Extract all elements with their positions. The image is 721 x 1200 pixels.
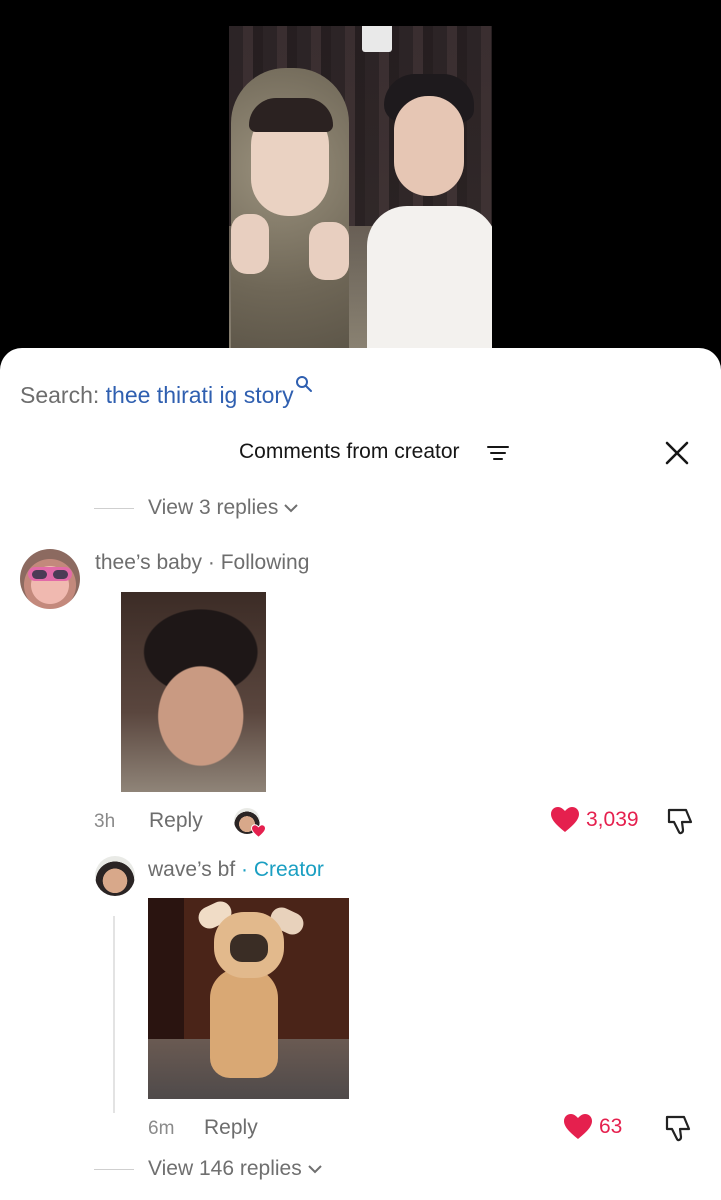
view-replies-label: View 3 replies (148, 496, 279, 519)
dog-body (210, 968, 278, 1078)
view-replies-button[interactable]: View 146 replies (94, 1157, 323, 1181)
comment-image[interactable] (121, 592, 266, 792)
avatar-sunglasses (28, 567, 72, 581)
comments-sheet (0, 348, 721, 1200)
heart-filled-icon (551, 807, 579, 832)
video-thumbnail[interactable] (229, 26, 492, 350)
following-label: · Following (207, 551, 310, 574)
comment-username[interactable]: thee’s baby (95, 551, 202, 574)
thread-line (113, 916, 115, 1113)
thumbs-down-icon[interactable] (663, 1113, 693, 1143)
thumbs-down-icon[interactable] (665, 806, 695, 836)
close-icon[interactable] (664, 440, 690, 466)
reply-timestamp: 6m (148, 1118, 175, 1139)
creator-tag: · Creator (241, 858, 324, 881)
heart-icon (251, 824, 266, 838)
comment-username-row[interactable]: thee’s baby · Following (95, 551, 309, 575)
chevron-down-icon (308, 1165, 322, 1174)
like-button[interactable]: 3,039 (550, 806, 639, 833)
view-replies-button[interactable]: View 3 replies (94, 496, 299, 520)
sheet-title: Comments from creator (239, 440, 460, 463)
replies-divider (94, 507, 134, 509)
creator-liked-badge (234, 808, 266, 838)
reply-username-row[interactable]: wave’s bf · Creator (148, 858, 324, 882)
avatar[interactable] (20, 549, 80, 609)
dog-face (230, 934, 268, 962)
video-person-left-hand-2 (309, 222, 349, 280)
search-icon (295, 376, 312, 392)
video-person-right-shirt (367, 206, 492, 350)
replies-divider (94, 1168, 134, 1170)
video-preview-area (0, 0, 721, 370)
search-prefix: Search: (20, 382, 100, 408)
video-person-left-hand (231, 214, 269, 274)
reply-button[interactable]: Reply (149, 809, 203, 833)
avatar[interactable] (95, 856, 135, 896)
like-button[interactable]: 63 (563, 1113, 622, 1140)
video-person-left-hair (249, 98, 333, 132)
search-suggestion[interactable]: Search: thee thirati ig story (20, 375, 313, 410)
chevron-down-icon (284, 504, 299, 513)
like-count: 63 (599, 1114, 623, 1138)
search-term-link[interactable]: thee thirati ig story (106, 382, 294, 408)
video-light (362, 26, 392, 52)
reply-username[interactable]: wave’s bf (148, 858, 235, 881)
reply-image[interactable] (148, 898, 349, 1099)
filter-icon[interactable] (487, 444, 509, 462)
comment-timestamp: 3h (94, 811, 116, 832)
heart-filled-icon (564, 1114, 592, 1139)
view-replies-label: View 146 replies (148, 1157, 302, 1180)
like-count: 3,039 (586, 807, 639, 831)
video-person-right-face (394, 96, 464, 196)
reply-button[interactable]: Reply (204, 1116, 258, 1140)
